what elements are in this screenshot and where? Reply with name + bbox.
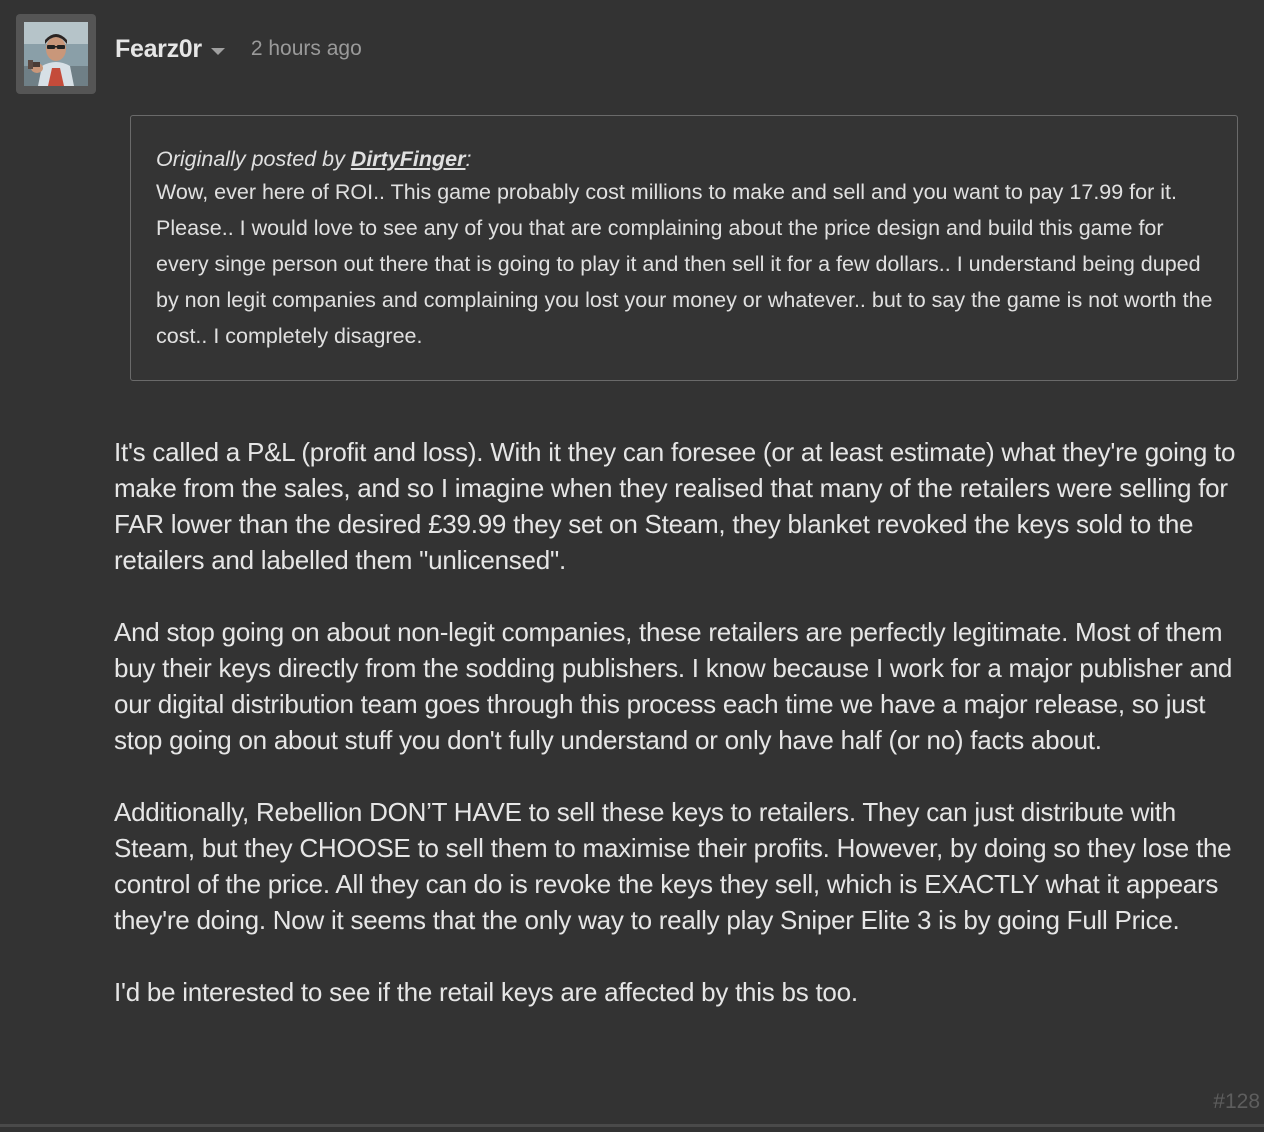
- avatar[interactable]: [16, 14, 96, 94]
- post-number-link[interactable]: #128: [1213, 1090, 1260, 1114]
- quote-prefix: Originally posted by: [156, 147, 351, 171]
- quote-text: Wow, ever here of ROI.. This game probab…: [156, 180, 1213, 348]
- post-body: It's called a P&L (profit and loss). Wit…: [114, 434, 1259, 1010]
- post-header: Fearz0r 2 hours ago: [115, 31, 362, 67]
- avatar-image: [24, 22, 88, 86]
- forum-post: Fearz0r 2 hours ago Originally posted by…: [0, 0, 1264, 1132]
- quote-header: Originally posted by DirtyFinger:: [156, 144, 1213, 174]
- quote-suffix: :: [465, 147, 472, 171]
- post-paragraph: Additionally, Rebellion DON’T HAVE to se…: [114, 797, 1232, 935]
- author-name[interactable]: Fearz0r: [115, 35, 202, 64]
- post-paragraph: And stop going on about non-legit compan…: [114, 617, 1233, 755]
- chevron-down-icon[interactable]: [210, 47, 225, 55]
- post-paragraph: I'd be interested to see if the retail k…: [114, 977, 858, 1007]
- post-divider: [0, 1124, 1264, 1127]
- post-timestamp[interactable]: 2 hours ago: [251, 37, 362, 61]
- post-paragraph: It's called a P&L (profit and loss). Wit…: [114, 437, 1236, 575]
- quote-block: Originally posted by DirtyFinger: Wow, e…: [130, 115, 1238, 381]
- quoted-author-link[interactable]: DirtyFinger: [351, 147, 466, 171]
